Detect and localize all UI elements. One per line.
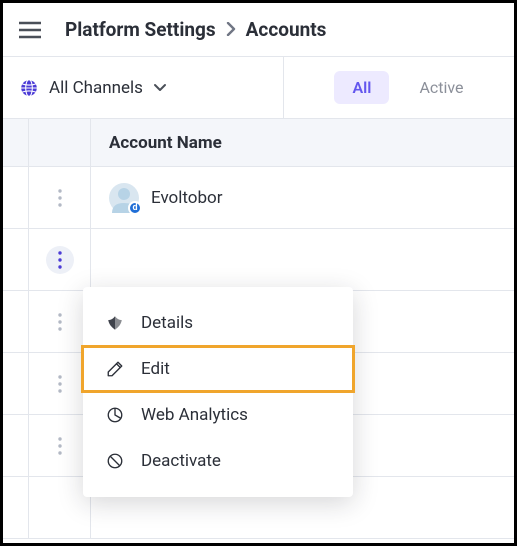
- hamburger-icon[interactable]: [19, 21, 41, 39]
- row-actions-button[interactable]: [46, 370, 74, 398]
- tab-all[interactable]: All: [334, 71, 389, 104]
- account-name: Evoltobor: [151, 188, 222, 208]
- pencil-icon: [105, 360, 125, 378]
- menu-item-label: Deactivate: [141, 451, 221, 471]
- avatar-badge: d: [128, 201, 142, 215]
- details-icon: [105, 314, 125, 332]
- channel-picker[interactable]: All Channels: [3, 57, 284, 118]
- ban-icon: [105, 452, 125, 470]
- tab-active[interactable]: Active: [419, 78, 463, 97]
- globe-icon: [19, 78, 39, 98]
- row-actions-button[interactable]: [46, 184, 74, 212]
- menu-item-edit[interactable]: Edit: [83, 347, 353, 391]
- row-actions-button[interactable]: [46, 246, 74, 274]
- menu-item-label: Edit: [141, 359, 170, 379]
- breadcrumb: Platform Settings Accounts: [65, 18, 326, 41]
- column-header-account-name: Account Name: [91, 119, 514, 166]
- breadcrumb-parent[interactable]: Platform Settings: [65, 18, 216, 41]
- row-actions-menu: Details Edit Web Analyti: [83, 287, 353, 497]
- table-row[interactable]: [3, 229, 514, 291]
- menu-item-web-analytics[interactable]: Web Analytics: [83, 393, 353, 437]
- chevron-down-icon: [153, 83, 167, 93]
- breadcrumb-current: Accounts: [246, 18, 327, 41]
- menu-item-details[interactable]: Details: [83, 301, 353, 345]
- row-actions-button[interactable]: [46, 432, 74, 460]
- analytics-icon: [105, 406, 125, 424]
- avatar: d: [109, 183, 139, 213]
- row-actions-button[interactable]: [46, 308, 74, 336]
- menu-item-label: Details: [141, 313, 193, 333]
- menu-item-deactivate[interactable]: Deactivate: [83, 439, 353, 483]
- channel-label: All Channels: [49, 78, 143, 98]
- chevron-right-icon: [226, 18, 236, 41]
- menu-item-label: Web Analytics: [141, 405, 248, 425]
- table-row[interactable]: d Evoltobor: [3, 167, 514, 229]
